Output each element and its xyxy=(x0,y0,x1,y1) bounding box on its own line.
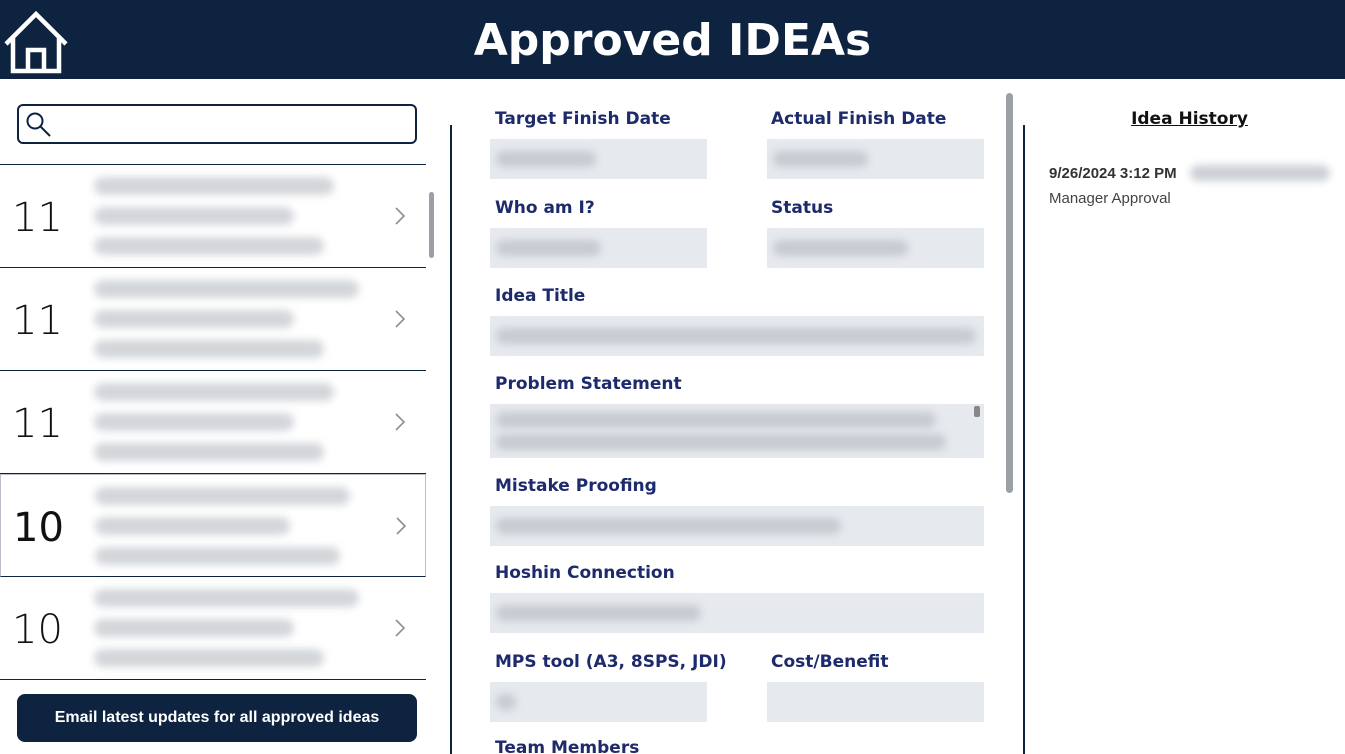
mps-tool-field[interactable] xyxy=(490,682,707,722)
idea-number: 10 xyxy=(13,505,64,551)
list-item[interactable]: 11 xyxy=(0,268,426,371)
email-updates-button[interactable]: Email latest updates for all approved id… xyxy=(17,694,417,742)
redacted-text xyxy=(94,237,324,255)
redacted-text xyxy=(94,383,334,401)
hoshin-connection-field[interactable] xyxy=(490,593,984,633)
redacted-text xyxy=(95,517,290,535)
redacted-text xyxy=(94,207,294,225)
redacted-text xyxy=(95,487,350,505)
who-am-i-label: Who am I? xyxy=(495,198,595,218)
target-finish-date-label: Target Finish Date xyxy=(495,109,671,129)
idea-number: 10 xyxy=(12,607,63,653)
mistake-proofing-field[interactable] xyxy=(490,506,984,546)
redacted-text xyxy=(1190,165,1330,181)
history-entry-step: Manager Approval xyxy=(1049,190,1171,207)
status-field[interactable] xyxy=(767,228,984,268)
idea-title-field[interactable] xyxy=(490,316,984,356)
idea-number: 11 xyxy=(12,401,63,447)
redacted-text xyxy=(94,443,324,461)
right-divider xyxy=(1023,125,1025,754)
chevron-right-icon xyxy=(396,517,407,535)
list-scrollbar[interactable] xyxy=(429,192,434,258)
search-icon xyxy=(26,112,51,137)
page-title: Approved IDEAs xyxy=(473,15,872,66)
cost-benefit-label: Cost/Benefit xyxy=(771,652,889,672)
problem-statement-label: Problem Statement xyxy=(495,374,682,394)
status-label: Status xyxy=(771,198,834,218)
team-members-label: Team Members xyxy=(495,738,640,754)
idea-number: 11 xyxy=(12,195,63,241)
target-finish-date-field[interactable] xyxy=(490,139,707,179)
cost-benefit-field[interactable] xyxy=(767,682,984,722)
chevron-right-icon xyxy=(395,207,406,225)
redacted-text xyxy=(95,547,340,565)
who-am-i-field[interactable] xyxy=(490,228,707,268)
search-box[interactable] xyxy=(17,104,417,144)
idea-number: 11 xyxy=(12,298,63,344)
list-item[interactable]: 11 xyxy=(0,165,426,268)
chevron-right-icon xyxy=(395,413,406,431)
app-header: Approved IDEAs xyxy=(0,0,1345,79)
redacted-text xyxy=(94,280,359,298)
search-input[interactable] xyxy=(57,110,407,138)
redacted-text xyxy=(94,589,359,607)
history-entry-date: 9/26/2024 3:12 PM xyxy=(1049,165,1177,182)
actual-finish-date-label: Actual Finish Date xyxy=(771,109,947,129)
ideas-list: 11 11 11 10 10 xyxy=(0,164,426,684)
problem-statement-scrollbar[interactable] xyxy=(974,406,980,417)
chevron-right-icon xyxy=(395,619,406,637)
idea-history-title: Idea History xyxy=(1131,109,1248,129)
mps-tool-label: MPS tool (A3, 8SPS, JDI) xyxy=(495,652,727,672)
list-item[interactable]: 11 xyxy=(0,371,426,474)
form-scrollbar[interactable] xyxy=(1006,93,1013,493)
problem-statement-field[interactable] xyxy=(490,404,984,458)
redacted-text xyxy=(94,177,334,195)
redacted-text xyxy=(94,413,294,431)
list-item[interactable]: 10 xyxy=(0,577,426,680)
list-item-selected[interactable]: 10 xyxy=(0,474,426,577)
redacted-text xyxy=(94,619,294,637)
idea-details-form: Target Finish Date Actual Finish Date Wh… xyxy=(452,90,1007,754)
mistake-proofing-label: Mistake Proofing xyxy=(495,476,657,496)
chevron-right-icon xyxy=(395,310,406,328)
idea-title-label: Idea Title xyxy=(495,286,586,306)
hoshin-connection-label: Hoshin Connection xyxy=(495,563,675,583)
redacted-text xyxy=(94,310,294,328)
redacted-text xyxy=(94,340,324,358)
redacted-text xyxy=(94,649,324,667)
actual-finish-date-field[interactable] xyxy=(767,139,984,179)
